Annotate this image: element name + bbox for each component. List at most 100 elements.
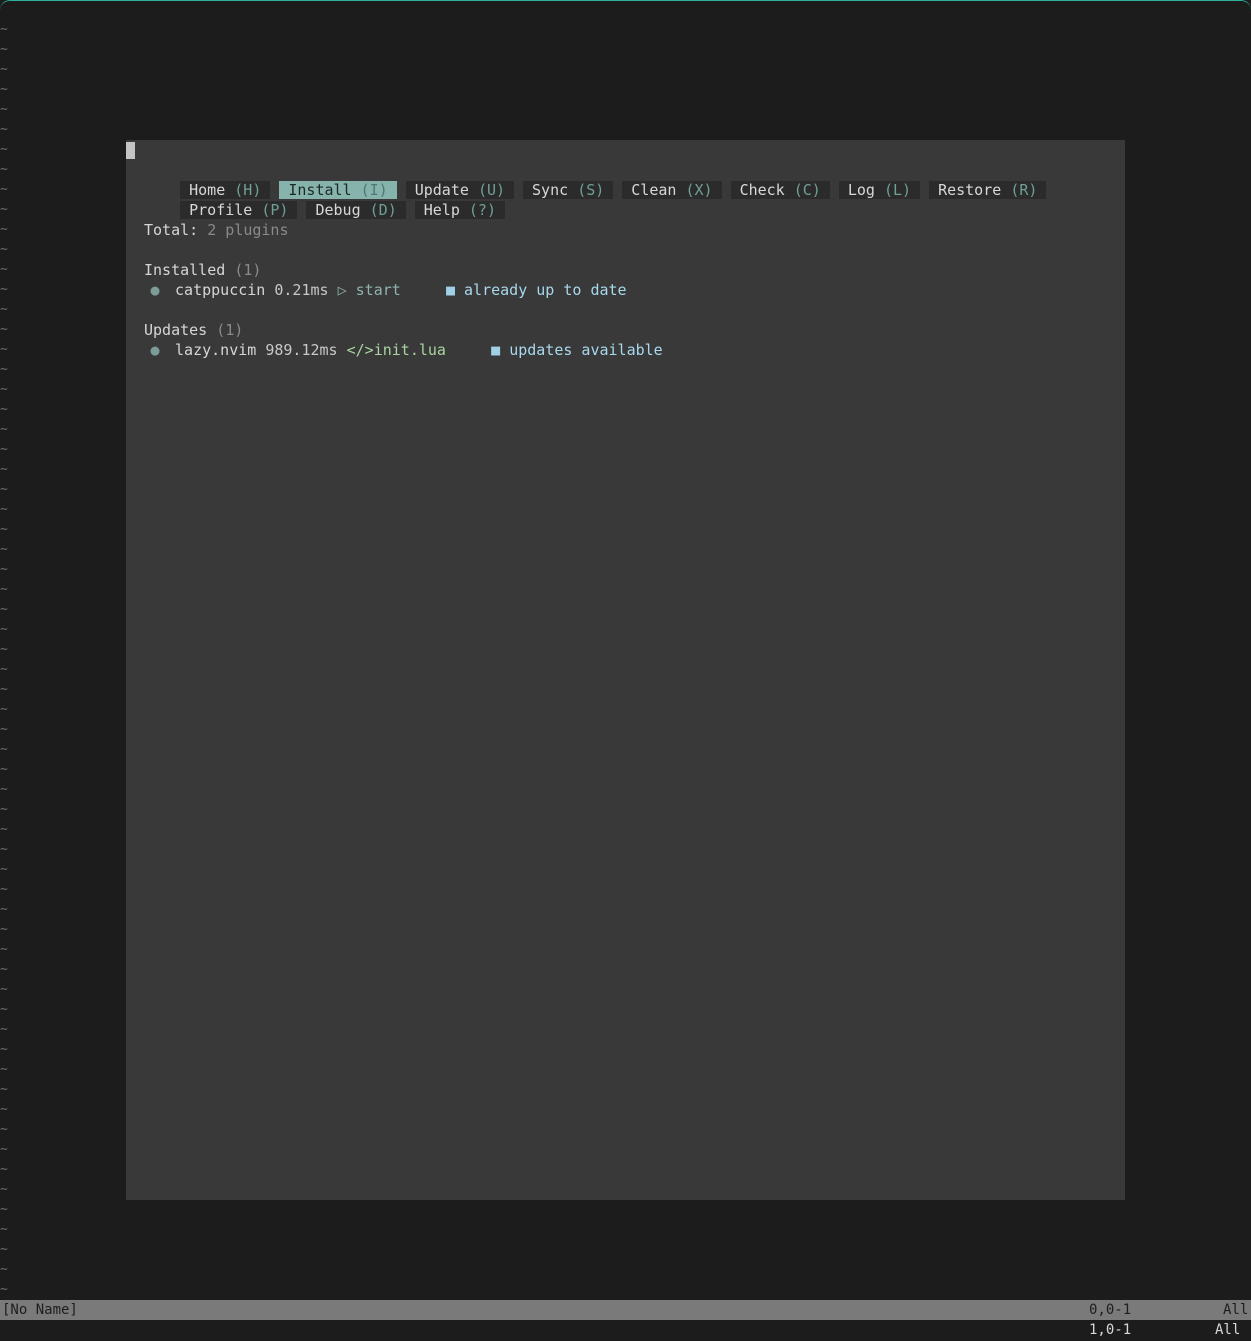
cursor-position: 0,0-1 — [1089, 1302, 1132, 1318]
status-square-icon: ■ — [445, 281, 455, 299]
tilde-marker: ~ — [0, 782, 8, 797]
tilde-marker: ~ — [0, 302, 8, 317]
tilde-marker: ~ — [0, 1242, 8, 1257]
tab-debug[interactable]: Debug (D) — [306, 201, 406, 219]
section-installed-header: Installed (1) — [144, 260, 261, 280]
tilde-marker: ~ — [0, 362, 8, 377]
tilde-marker: ~ — [0, 262, 8, 277]
tilde-marker: ~ — [0, 1062, 8, 1077]
tilde-marker: ~ — [0, 1122, 8, 1137]
tilde-marker: ~ — [0, 62, 8, 77]
tilde-marker: ~ — [0, 482, 8, 497]
lazy-plugin-manager-window: Home (H) Install (I) Update (U) Sync (S) Cle… — [126, 140, 1125, 1200]
status-square-icon: ■ — [491, 341, 501, 359]
tilde-marker: ~ — [0, 442, 8, 457]
plugin-status: updates available — [509, 341, 663, 359]
tilde-marker: ~ — [0, 1082, 8, 1097]
tab-log[interactable]: Log (L) — [838, 181, 921, 199]
tilde-marker: ~ — [0, 422, 8, 437]
tilde-marker: ~ — [0, 922, 8, 937]
plugin-name: lazy.nvim — [175, 341, 257, 359]
total-label: Total: — [144, 221, 199, 239]
tilde-marker: ~ — [0, 642, 8, 657]
tilde-marker: ~ — [0, 1002, 8, 1017]
tilde-marker: ~ — [0, 202, 8, 217]
tab-check[interactable]: Check (C) — [730, 181, 830, 199]
tilde-marker: ~ — [0, 382, 8, 397]
command-line[interactable]: 1,0-1 All — [0, 1320, 1251, 1341]
tilde-marker: ~ — [0, 822, 8, 837]
tilde-marker: ~ — [0, 42, 8, 57]
plugin-row-lazy-nvim[interactable]: ● lazy.nvim 989.12ms </>init.lua ■ updat… — [144, 340, 663, 360]
tilde-marker: ~ — [0, 22, 8, 37]
tab-clean[interactable]: Clean (X) — [622, 181, 722, 199]
tilde-marker: ~ — [0, 1022, 8, 1037]
tilde-marker: ~ — [0, 1282, 8, 1297]
tilde-marker: ~ — [0, 662, 8, 677]
tilde-marker: ~ — [0, 142, 8, 157]
tilde-marker: ~ — [0, 342, 8, 357]
tilde-marker: ~ — [0, 82, 8, 97]
status-line: [No Name] 0,0-1 All — [0, 1300, 1251, 1320]
tilde-marker: ~ — [0, 902, 8, 917]
tilde-marker: ~ — [0, 462, 8, 477]
tilde-marker: ~ — [0, 182, 8, 197]
tilde-marker: ~ — [0, 742, 8, 757]
plugin-status: already up to date — [464, 281, 627, 299]
tilde-marker: ~ — [0, 1102, 8, 1117]
tilde-marker: ~ — [0, 802, 8, 817]
tilde-marker: ~ — [0, 622, 8, 637]
tab-row-2: Profile (P) Debug (D) Help (?) — [144, 180, 514, 219]
tilde-marker: ~ — [0, 862, 8, 877]
tilde-marker: ~ — [0, 882, 8, 897]
tilde-marker: ~ — [0, 1182, 8, 1197]
tilde-marker: ~ — [0, 102, 8, 117]
tab-profile[interactable]: Profile (P) — [180, 201, 298, 219]
tilde-marker: ~ — [0, 1262, 8, 1277]
total-summary: Total: 2 plugins — [144, 220, 289, 240]
section-title: Updates — [144, 321, 208, 339]
tilde-marker: ~ — [0, 162, 8, 177]
tilde-marker: ~ — [0, 762, 8, 777]
tilde-marker: ~ — [0, 602, 8, 617]
tilde-marker: ~ — [0, 562, 8, 577]
tilde-marker: ~ — [0, 122, 8, 137]
tilde-marker: ~ — [0, 522, 8, 537]
tilde-marker: ~ — [0, 242, 8, 257]
tab-sync[interactable]: Sync (S) — [523, 181, 614, 199]
plugin-name: catppuccin — [175, 281, 266, 299]
section-count: (1) — [216, 321, 244, 339]
scroll-indicator: All — [1223, 1302, 1249, 1318]
plugin-row-catppuccin[interactable]: ● catppuccin 0.21ms ▷ start ■ already up… — [144, 280, 627, 300]
section-count: (1) — [234, 261, 262, 279]
tilde-marker: ~ — [0, 1142, 8, 1157]
tab-restore[interactable]: Restore (R) — [929, 181, 1047, 199]
code-icon: </> — [346, 341, 374, 359]
ruler-position: 1,0-1 — [1089, 1322, 1132, 1338]
plugin-source: start — [355, 281, 401, 299]
tilde-marker: ~ — [0, 722, 8, 737]
tilde-marker: ~ — [0, 702, 8, 717]
tilde-marker: ~ — [0, 682, 8, 697]
tilde-marker: ~ — [0, 282, 8, 297]
tilde-marker: ~ — [0, 502, 8, 517]
tilde-marker: ~ — [0, 842, 8, 857]
tilde-marker: ~ — [0, 582, 8, 597]
play-icon: ▷ — [337, 281, 347, 299]
section-title: Installed — [144, 261, 226, 279]
tilde-marker: ~ — [0, 222, 8, 237]
buffer-name: [No Name] — [2, 1302, 78, 1318]
empty-line-markers: ~ ~ ~ ~ ~ ~ ~ ~ ~ ~ ~ ~ ~ ~ ~ ~ ~ ~ ~ ~ ~ ~ ~ ~ ~ ~ ~ ~ ~ ~ ~ ~ ~ ~ ~ ~ ~ ~ ~ ~… — [0, 20, 12, 1300]
tab-help[interactable]: Help (?) — [414, 201, 505, 219]
plugin-bullet-icon: ● — [150, 281, 160, 299]
tilde-marker: ~ — [0, 942, 8, 957]
plugin-load-time: 989.12ms — [265, 341, 338, 359]
tilde-marker: ~ — [0, 402, 8, 417]
tilde-marker: ~ — [0, 322, 8, 337]
tilde-marker: ~ — [0, 1222, 8, 1237]
tilde-marker: ~ — [0, 1042, 8, 1057]
tilde-marker: ~ — [0, 1162, 8, 1177]
plugin-source: init.lua — [373, 341, 446, 359]
tab-row-1: Home (H) Install (I) Update (U) Sync (S) Cle… — [144, 160, 1055, 199]
ruler-scroll: All — [1215, 1322, 1241, 1338]
